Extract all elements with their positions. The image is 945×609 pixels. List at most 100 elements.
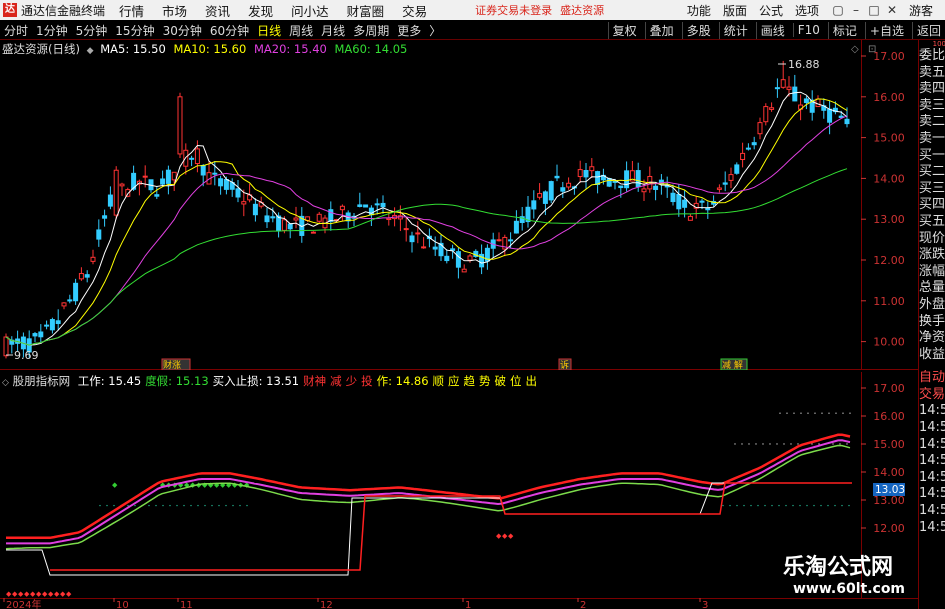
quote-field-label[interactable]: 买四 <box>919 197 945 214</box>
menu-item-market[interactable]: 市场 <box>162 1 187 20</box>
quote-field-label[interactable]: 卖三 <box>919 98 945 115</box>
candle-body <box>444 255 450 262</box>
chart-expand-icon[interactable]: ⊡ <box>868 44 876 55</box>
signal-dot <box>786 412 788 414</box>
signal-dot <box>849 412 851 414</box>
signal-dot <box>814 412 816 414</box>
quote-field-label[interactable]: 总量 <box>919 280 945 297</box>
legend-collapse-icon[interactable]: ◆ <box>87 46 94 56</box>
quote-field-label[interactable]: 买二 <box>919 164 945 181</box>
menu-item-ask[interactable]: 问小达 <box>291 1 329 20</box>
indicator-title[interactable]: 股朋指标网 <box>13 374 71 388</box>
indicator-item: 势 <box>479 374 491 388</box>
quote-field-label[interactable]: 换手 <box>919 314 945 331</box>
more-chevron-icon[interactable]: 〉 <box>429 22 441 39</box>
toolbar-stats[interactable]: 统计 <box>718 21 748 39</box>
quote-field-label[interactable]: 涨跌 <box>919 247 945 264</box>
candle-body <box>728 174 734 181</box>
toolbar-draw[interactable]: 画线 <box>755 21 785 39</box>
candle-body <box>734 164 740 174</box>
quote-field-label[interactable]: 卖一 <box>919 131 945 148</box>
candle-body <box>653 185 659 190</box>
quote-field-label[interactable]: 净资 <box>919 330 945 347</box>
quote-field-label[interactable]: 涨幅 <box>919 264 945 281</box>
guest-label[interactable]: 游客 <box>909 2 933 19</box>
candle-body <box>508 239 514 242</box>
menu-options[interactable]: 选项 <box>795 2 819 19</box>
quote-field-label[interactable]: 外盘 <box>919 297 945 314</box>
quote-field-label[interactable]: 买三 <box>919 181 945 198</box>
candle-body <box>281 219 287 231</box>
period-timeshare[interactable]: 分时 <box>4 22 28 39</box>
period-weekly[interactable]: 周线 <box>289 22 313 39</box>
indicator-item: 作: 14.86 <box>376 374 429 388</box>
period-1min[interactable]: 1分钟 <box>36 22 68 39</box>
menu-function[interactable]: 功能 <box>687 2 711 19</box>
quote-field-label[interactable]: 委比 <box>919 48 945 65</box>
menu-item-wealth[interactable]: 财富圈 <box>347 1 385 20</box>
menu-layout[interactable]: 版面 <box>723 2 747 19</box>
period-5min[interactable]: 5分钟 <box>76 22 108 39</box>
candle-body <box>165 169 171 184</box>
menu-item-news[interactable]: 资讯 <box>205 1 230 20</box>
stock-name-link[interactable]: 盛达资源 <box>560 2 604 18</box>
quote-field-label[interactable]: 收益 <box>919 347 945 364</box>
toolbar-multistock[interactable]: 多股 <box>681 21 711 39</box>
quote-field-label[interactable]: 卖二 <box>919 114 945 131</box>
event-tag-2[interactable]: 诉 <box>558 358 572 370</box>
indicator-item: 买入止损: 13.51 <box>212 374 300 388</box>
quote-field-label[interactable]: 卖四 <box>919 81 945 98</box>
period-15min[interactable]: 15分钟 <box>115 22 154 39</box>
toolbar-add-watchlist[interactable]: +自选 <box>864 21 904 39</box>
period-daily[interactable]: 日线 <box>257 22 281 39</box>
chart-settings-icon[interactable]: ◇ <box>851 44 859 55</box>
trade-time-label: 14:56 <box>919 403 945 419</box>
candle-body <box>200 164 206 176</box>
quote-field-label[interactable]: 买五 <box>919 214 945 231</box>
candle-body <box>595 171 601 185</box>
time-tick-label: 10 <box>116 600 129 609</box>
signal-dot <box>183 504 185 507</box>
signal-dot <box>246 504 248 507</box>
close-icon[interactable]: ✕ <box>885 3 899 17</box>
toolbar-mark[interactable]: 标记 <box>827 21 857 39</box>
toolbar-adjust[interactable]: 复权 <box>607 21 637 39</box>
period-60min[interactable]: 60分钟 <box>210 22 249 39</box>
period-more[interactable]: 更多 <box>397 22 421 39</box>
login-status-link[interactable]: 证券交易未登录 <box>475 2 552 18</box>
toolbar-back[interactable]: 返回 <box>911 21 941 39</box>
candle-body <box>774 87 780 90</box>
indicator-chart[interactable]: ◆ ◆ ◆ ◆ ◆ ◆ ◆ ◆ ◆ ◆ ◆ ◆ ◆ ◆ ◆◆◆ ◆ ◆◆ ◆ ◆ ◆ ◆ ◆ ◆ ◆ ◆ ◆ ◆ 17.0016.0… <box>0 372 918 598</box>
maximize-icon[interactable]: □ <box>867 3 881 17</box>
candlestick-chart[interactable]: 17.00 16.00 15.00 14.00 13.00 12.00 11.00 10.00… <box>0 40 918 370</box>
period-monthly[interactable]: 月线 <box>321 22 345 39</box>
period-30min[interactable]: 30分钟 <box>163 22 202 39</box>
event-tag-1[interactable]: 财涨 <box>161 358 191 370</box>
minimize-icon[interactable]: – <box>849 3 863 17</box>
menu-item-quotes[interactable]: 行情 <box>119 1 144 20</box>
menu-item-trade[interactable]: 交易 <box>402 1 427 20</box>
window-menu-icon[interactable]: ▢ <box>831 3 845 17</box>
menu-item-discover[interactable]: 发现 <box>248 1 273 20</box>
signal-dot <box>821 412 823 414</box>
toolbar-f10[interactable]: F10 <box>792 23 820 37</box>
quote-field-label[interactable]: 买一 <box>919 148 945 165</box>
signal-dot <box>741 443 743 445</box>
signal-dot <box>218 504 220 507</box>
quote-field-label[interactable]: 现价 <box>919 231 945 248</box>
signal-dot <box>779 412 781 414</box>
candle-body <box>78 273 84 280</box>
auto-trade-label[interactable]: 交易 <box>919 387 945 404</box>
indicator-expand-icon[interactable]: ◇ <box>2 378 9 388</box>
event-tag-3[interactable]: 减 解 <box>720 358 748 370</box>
quote-field-label[interactable]: 卖五 <box>919 65 945 82</box>
period-multi[interactable]: 多周期 <box>353 22 389 39</box>
auto-trade-label[interactable]: 自动 <box>919 370 945 387</box>
toolbar-overlay[interactable]: 叠加 <box>644 21 674 39</box>
signal-dot <box>792 504 794 507</box>
signal-dot <box>755 443 757 445</box>
menu-formula[interactable]: 公式 <box>759 2 783 19</box>
candle-body <box>699 200 705 203</box>
signal-dot <box>820 504 822 507</box>
main-chart-legend: 盛达资源(日线) ◆ MA5: 15.50 MA10: 15.60 MA20: … <box>2 41 407 57</box>
